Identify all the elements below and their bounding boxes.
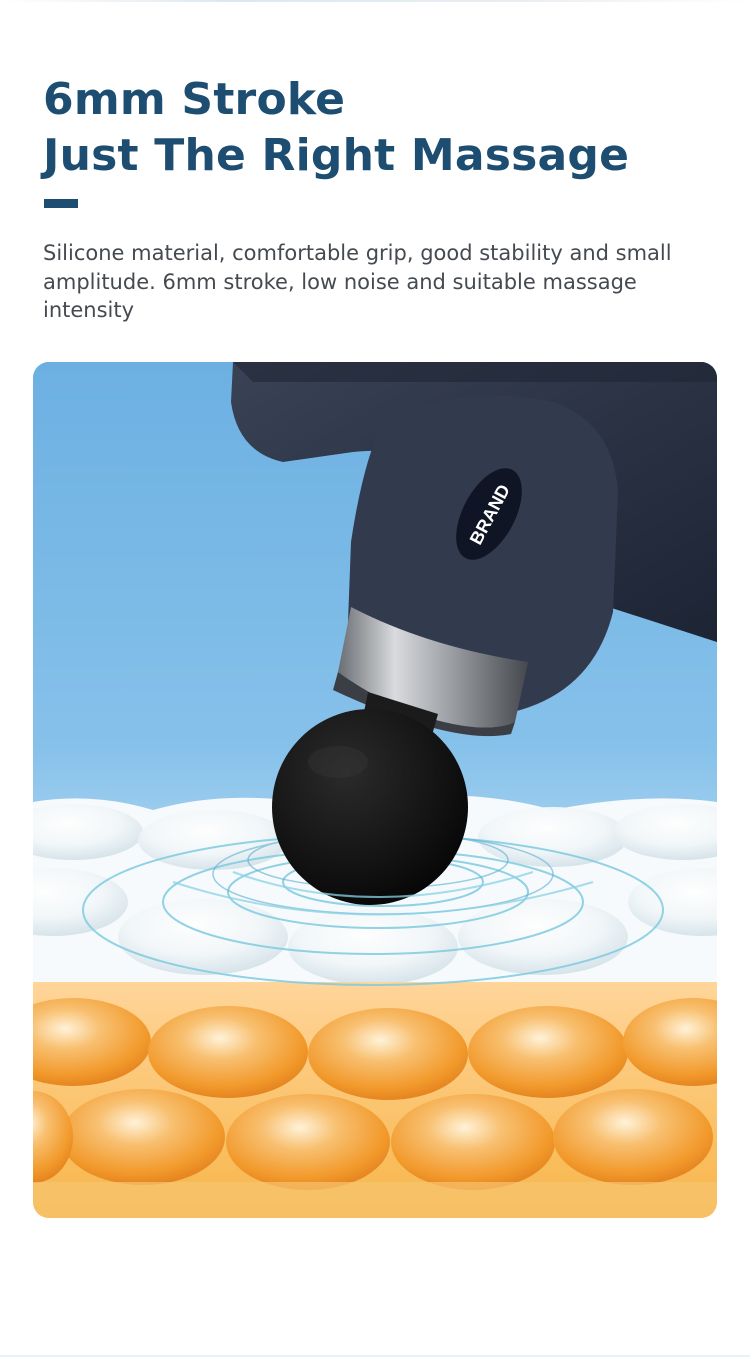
top-divider [0,0,750,2]
massage-ball-head [272,709,468,905]
title-line-1: 6mm Stroke [43,74,346,125]
feature-description: Silicone material, comfortable grip, goo… [43,241,672,322]
title-accent-bar [44,199,78,208]
title-line-2: Just The Right Massage [43,130,630,181]
page-title: 6mm Stroke Just The Right Massage [43,72,629,184]
product-illustration: BRAND [33,362,717,1218]
fat-cells [33,998,717,1190]
